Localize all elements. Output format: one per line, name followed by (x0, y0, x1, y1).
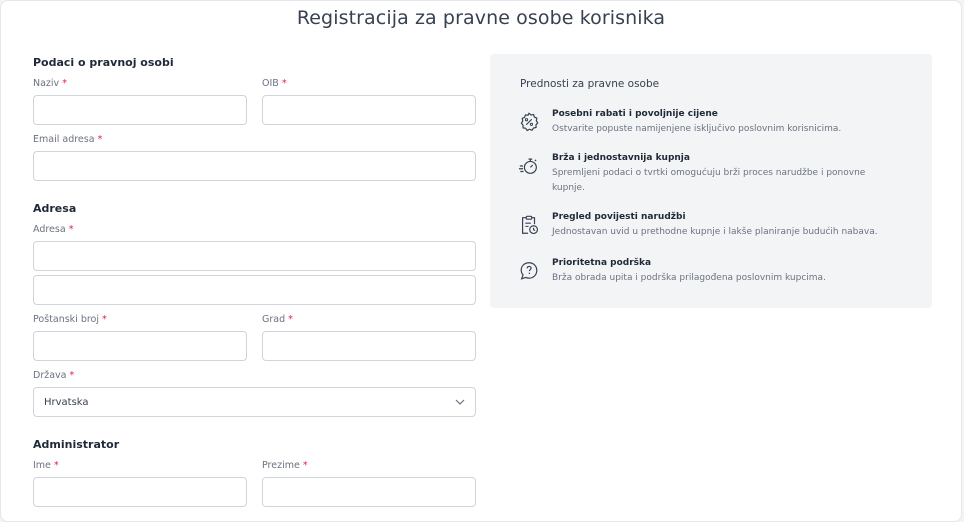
address-section-title: Adresa (33, 202, 77, 215)
email-label: Email adresa * (33, 134, 103, 145)
benefit-title: Pregled povijesti narudžbi (552, 212, 686, 222)
first-name-input[interactable] (33, 477, 247, 507)
page-title: Registracija za pravne osobe korisnika (296, 7, 666, 29)
benefit-item: Prioritetna podrška Brža obrada upita i … (518, 258, 918, 290)
order-history-icon (521, 215, 539, 235)
discount-badge-icon (520, 112, 539, 132)
benefits-panel: Prednosti za pravne osobe Posebni rabati… (490, 54, 932, 308)
country-select[interactable]: Hrvatska (33, 387, 476, 417)
admin-section-title: Administrator (33, 438, 120, 451)
country-selected-value: Hrvatska (44, 396, 89, 408)
city-input[interactable] (262, 331, 476, 361)
benefit-title: Prioritetna podrška (552, 258, 652, 268)
benefit-title: Posebni rabati i povoljnije cijene (552, 109, 718, 119)
postal-code-input[interactable] (33, 331, 247, 361)
last-name-input[interactable] (262, 477, 476, 507)
required-mark: * (53, 460, 59, 471)
registration-card: Registracija za pravne osobe korisnika P… (0, 0, 962, 522)
oib-input[interactable] (262, 95, 476, 125)
city-label: Grad * (262, 314, 293, 325)
required-mark: * (302, 460, 308, 471)
support-question-icon (520, 262, 538, 280)
benefit-description: Spremljeni podaci o tvrtki omogućuju brž… (552, 168, 866, 193)
required-mark: * (62, 78, 67, 89)
address-line2-input[interactable] (33, 275, 476, 305)
benefits-title: Prednosti za pravne osobe (520, 78, 660, 90)
benefit-title: Brža i jednostavnija kupnja (552, 153, 690, 163)
required-mark: * (97, 134, 103, 145)
benefit-item: Brža i jednostavnija kupnja Spremljeni p… (518, 153, 918, 199)
email-input[interactable] (33, 151, 476, 181)
address-line1-input[interactable] (33, 241, 476, 271)
company-section-title: Podaci o pravnoj osobi (33, 56, 174, 69)
required-mark: * (288, 314, 293, 325)
benefit-description: Ostvarite popuste namijenjene isključivo… (552, 124, 842, 134)
benefit-description: Brža obrada upita i podrška prilagođena … (552, 273, 826, 283)
country-label: Država * (33, 370, 75, 381)
benefit-item: Pregled povijesti narudžbi Jednostavan u… (518, 212, 918, 244)
required-mark: * (68, 224, 74, 235)
oib-label: OIB * (262, 78, 287, 89)
required-mark: * (69, 370, 75, 381)
company-name-input[interactable] (33, 95, 247, 125)
company-name-label: Naziv * (33, 78, 67, 89)
benefit-description: Jednostavan uvid u prethodne kupnje i la… (552, 227, 878, 237)
chevron-down-icon (455, 399, 465, 405)
fast-stopwatch-icon (518, 158, 537, 174)
last-name-label: Prezime * (262, 460, 308, 471)
postal-code-label: Poštanski broj * (33, 314, 107, 325)
address-label: Adresa * (33, 224, 74, 235)
benefit-item: Posebni rabati i povoljnije cijene Ostva… (518, 109, 918, 141)
required-mark: * (281, 78, 287, 89)
required-mark: * (102, 314, 107, 325)
first-name-label: Ime * (33, 460, 59, 471)
